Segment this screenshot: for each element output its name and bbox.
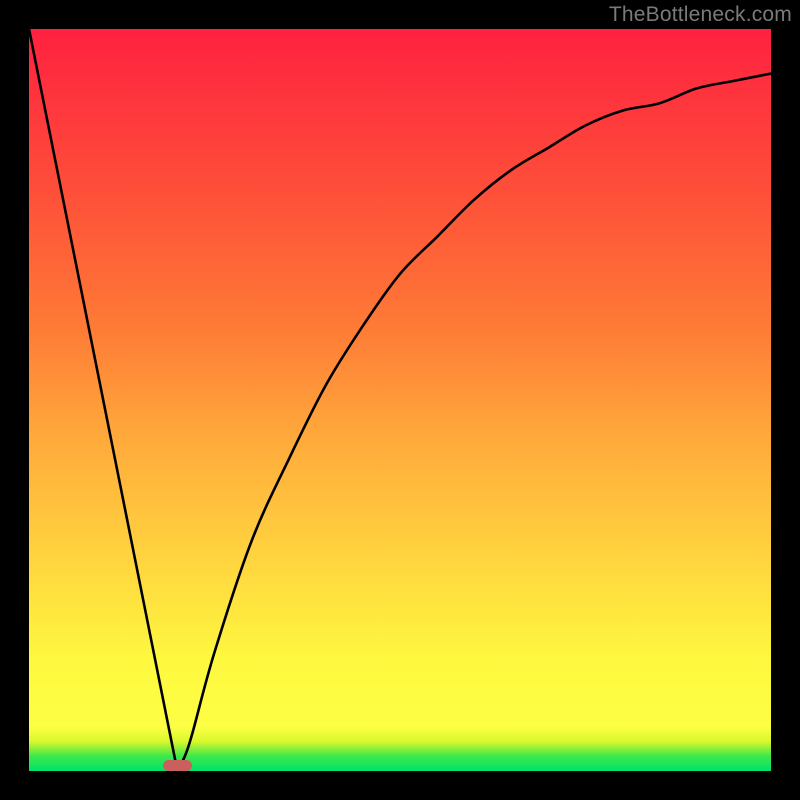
optimal-range-marker bbox=[163, 760, 193, 771]
chart-frame: TheBottleneck.com bbox=[0, 0, 800, 800]
watermark-text: TheBottleneck.com bbox=[609, 3, 792, 27]
curve-path bbox=[29, 29, 771, 771]
bottleneck-curve bbox=[29, 29, 771, 771]
plot-area bbox=[29, 29, 771, 771]
